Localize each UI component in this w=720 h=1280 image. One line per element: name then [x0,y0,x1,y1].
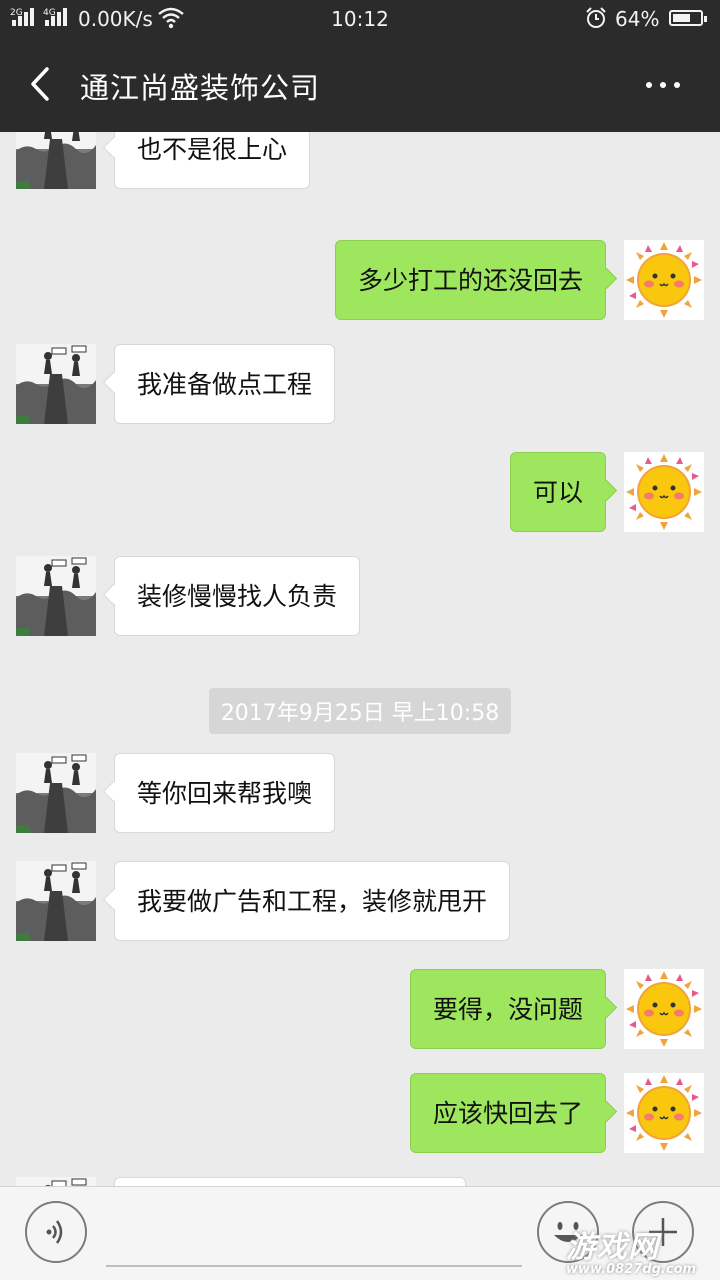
my-avatar[interactable] [624,1073,704,1153]
message-bubble[interactable]: 等你回来帮我噢 [114,753,336,833]
message-bubble[interactable]: 应该快回去了 [409,1073,606,1153]
message-text-input[interactable] [106,1207,522,1267]
message-bubble[interactable]: 装修慢慢找人负责 [114,556,361,636]
timestamp-divider: 2017年9月25日 早上10:58 [0,688,720,734]
chat-message-list[interactable]: 也不是很上心 多少打工的还没回去 我准备做点工程 可以 装修慢慢找人负责 201… [0,132,720,1186]
message-bubble[interactable]: 我准备做点工程 [114,344,336,424]
message-bubble[interactable]: 可以 [509,452,606,532]
status-bar: 2G 4G 0.00K/s 10:12 64% [0,0,720,38]
contact-avatar[interactable] [16,344,96,424]
site-watermark: 游戏网 www.0827dg.com [566,1222,696,1277]
battery-percent: 64% [615,7,660,31]
message-bubble[interactable]: 要得，没问题 [409,969,606,1049]
chat-title: 通江尚盛装饰公司 [80,71,321,105]
contact-avatar[interactable] [16,132,96,189]
chat-header: 通江尚盛装饰公司 [0,38,720,132]
contact-avatar[interactable] [16,753,96,833]
my-avatar[interactable] [624,969,704,1049]
watermark-url: www.0827dg.com [566,1262,697,1277]
voice-icon [46,1220,63,1244]
voice-input-button[interactable] [25,1201,87,1263]
more-options-button[interactable] [640,68,686,102]
message-bubble[interactable] [114,1177,466,1186]
message-bubble[interactable]: 也不是很上心 [114,132,311,189]
chevron-left-icon [31,67,49,101]
contact-avatar[interactable] [16,556,96,636]
watermark-title: 游戏网 [566,1230,659,1265]
contact-avatar[interactable] [16,1177,96,1186]
message-bubble[interactable]: 多少打工的还没回去 [334,240,606,320]
message-bubble[interactable]: 我要做广告和工程，装修就甩开 [114,861,511,941]
battery-icon [669,10,707,26]
my-avatar[interactable] [624,452,704,532]
contact-avatar[interactable] [16,861,96,941]
alarm-icon [584,6,608,35]
back-button[interactable] [22,64,62,104]
clock: 10:12 [331,7,389,31]
timestamp-text: 2017年9月25日 早上10:58 [208,688,512,734]
my-avatar[interactable] [624,240,704,320]
